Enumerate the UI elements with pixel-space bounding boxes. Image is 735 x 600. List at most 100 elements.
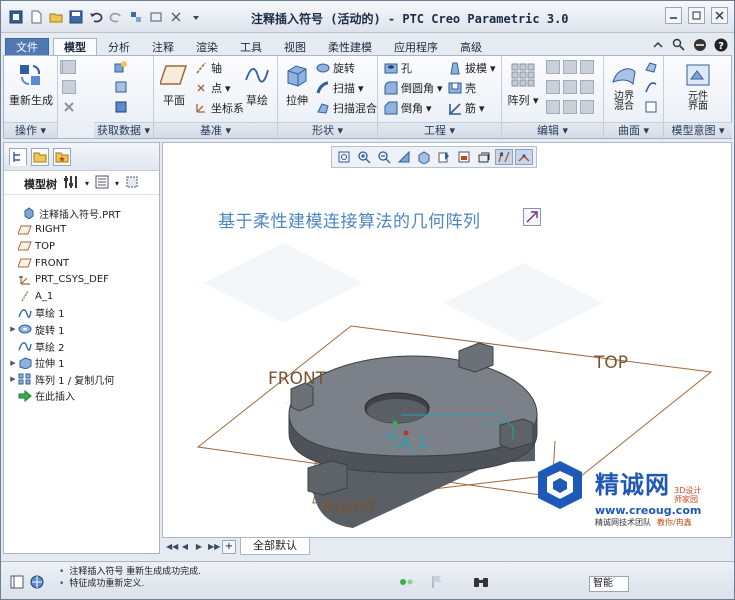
help-icon[interactable]: ? [713, 37, 728, 52]
tree-node[interactable]: 在此插入 [4, 388, 159, 405]
annotation-note[interactable]: 基于柔性建模连接算法的几何阵列 [218, 207, 481, 232]
flag-icon[interactable] [429, 574, 445, 590]
undo-icon[interactable] [87, 8, 105, 26]
tree-node[interactable]: 草绘 2 [4, 338, 159, 355]
regen-status-icon[interactable] [399, 574, 415, 590]
tree-node[interactable]: PRT_CSYS_DEF [4, 271, 159, 288]
tree-node[interactable]: FRONT [4, 255, 159, 272]
tab-all-default[interactable]: 全部默认 [240, 538, 310, 555]
next-tab-icon[interactable]: ▶ [194, 542, 204, 551]
tab-applications[interactable]: 应用程序 [383, 38, 449, 56]
new-file-icon[interactable] [27, 8, 45, 26]
add-tab-button[interactable]: + [222, 539, 236, 554]
search-icon[interactable] [671, 37, 686, 52]
tab-file[interactable]: 文件 [5, 38, 49, 56]
axis-button[interactable]: 轴 [194, 60, 222, 76]
expand-arrow-icon[interactable]: ▶ [8, 359, 18, 367]
copy-geometry-button[interactable] [114, 80, 128, 94]
save-icon[interactable] [67, 8, 85, 26]
app-icon[interactable] [7, 8, 25, 26]
tab-model[interactable]: 模型 [53, 38, 97, 56]
graphics-window[interactable]: 基于柔性建模连接算法的几何阵列 FRONT TOP RIGHT A_1 精诚网 … [162, 142, 732, 538]
tab-flexible-modeling[interactable]: 柔性建模 [317, 38, 383, 56]
favorites-tab-icon[interactable] [53, 148, 71, 166]
annotation-flag-icon[interactable] [523, 208, 541, 226]
rib-button[interactable]: 筋 ▾ [448, 100, 485, 116]
minimize-icon[interactable] [665, 7, 682, 24]
tab-advanced[interactable]: 高级 [449, 38, 493, 56]
prev-tab-icon[interactable]: ◀ [180, 542, 190, 551]
open-folder-icon[interactable] [47, 8, 65, 26]
sketch-button[interactable]: 草绘 [240, 60, 274, 108]
customize-qat-icon[interactable] [187, 8, 205, 26]
find-icon[interactable] [473, 574, 489, 590]
paste-button[interactable] [62, 80, 76, 94]
pattern-button[interactable]: 阵列 ▾ [506, 60, 540, 108]
tab-analysis[interactable]: 分析 [97, 38, 141, 56]
sweep-button[interactable]: 扫描 ▾ [316, 80, 364, 96]
folder-browser-tab-icon[interactable] [31, 148, 49, 166]
show-browser-icon[interactable] [29, 574, 45, 590]
delete-button[interactable] [62, 100, 76, 114]
expand-arrow-icon[interactable]: ▶ [8, 325, 18, 333]
regenerate-small-icon[interactable] [127, 8, 145, 26]
shell-button[interactable]: 壳 [448, 80, 476, 96]
tree-node[interactable]: TOP [4, 238, 159, 255]
tree-node[interactable]: 草绘 1 [4, 305, 159, 322]
show-dropdown-icon[interactable]: ▾ [115, 179, 119, 188]
freestyle-button[interactable] [644, 100, 658, 114]
round-button[interactable]: 倒圆角 ▾ [384, 80, 443, 96]
tab-render[interactable]: 渲染 [185, 38, 229, 56]
regenerate-button[interactable]: 重新生成 [9, 60, 53, 108]
community-icon[interactable] [692, 37, 707, 52]
csys-button[interactable]: 坐标系 [194, 100, 244, 116]
minimize-ribbon-icon[interactable] [650, 37, 665, 52]
point-button[interactable]: 点 ▾ [194, 80, 231, 96]
model-tree-tab-icon[interactable] [9, 148, 27, 166]
revolve-button[interactable]: 旋转 [316, 60, 355, 76]
restore-icon[interactable] [688, 7, 705, 24]
tree-settings-dropdown-icon[interactable]: ▾ [85, 179, 89, 188]
axis-a1-label[interactable]: A_1 [399, 433, 428, 452]
tree-node[interactable]: ▶ 旋转 1 [4, 321, 159, 338]
project-button[interactable] [546, 100, 594, 114]
copy-icon-button[interactable] [62, 60, 76, 74]
tab-tools[interactable]: 工具 [229, 38, 273, 56]
extrude-button[interactable]: 拉伸 [280, 60, 314, 108]
shrinkwrap-button[interactable] [114, 100, 128, 114]
fill-button[interactable] [644, 60, 658, 74]
hole-button[interactable]: 孔 [384, 60, 412, 76]
swept-blend-button[interactable]: 扫描混合 [316, 100, 377, 116]
chamfer-button[interactable]: 倒角 ▾ [384, 100, 432, 116]
show-navigator-icon[interactable] [9, 574, 25, 590]
windows-icon[interactable] [147, 8, 165, 26]
boundary-blend-button[interactable]: 边界 混合 [606, 60, 642, 112]
top-plane-label[interactable]: TOP [594, 353, 628, 373]
close-window-icon[interactable] [167, 8, 185, 26]
plane-button[interactable]: 平面 [156, 60, 192, 108]
redo-icon[interactable] [107, 8, 125, 26]
tree-node[interactable]: ▶ 阵列 1 / 复制几何 [4, 371, 159, 388]
tree-node[interactable]: 注释插入符号.PRT [4, 205, 159, 222]
mirror-button[interactable] [546, 60, 594, 74]
tab-view[interactable]: 视图 [273, 38, 317, 56]
tree-node[interactable]: A_1 [4, 288, 159, 305]
show-columns-icon[interactable] [95, 175, 109, 192]
selection-filter[interactable]: 智能 [589, 576, 629, 592]
right-plane-label[interactable]: RIGHT [323, 498, 376, 518]
draft-button[interactable]: 拔模 ▾ [448, 60, 496, 76]
tree-settings-icon[interactable] [63, 174, 79, 193]
front-plane-label[interactable]: FRONT [268, 369, 326, 389]
style-button[interactable] [644, 80, 658, 94]
tree-node[interactable]: RIGHT [4, 222, 159, 239]
close-icon[interactable] [711, 7, 728, 24]
trim-button[interactable] [546, 80, 594, 94]
component-interface-button[interactable]: 元件 界面 [676, 60, 720, 112]
tree-node[interactable]: ▶ 拉伸 1 [4, 354, 159, 371]
tab-annotate[interactable]: 注释 [141, 38, 185, 56]
expand-arrow-icon[interactable]: ▶ [8, 375, 18, 383]
last-tab-icon[interactable]: ▶▶ [208, 542, 220, 551]
user-defined-feature-button[interactable] [114, 60, 128, 74]
first-tab-icon[interactable]: ◀◀ [166, 542, 178, 551]
tree-filter-icon[interactable] [125, 175, 139, 192]
